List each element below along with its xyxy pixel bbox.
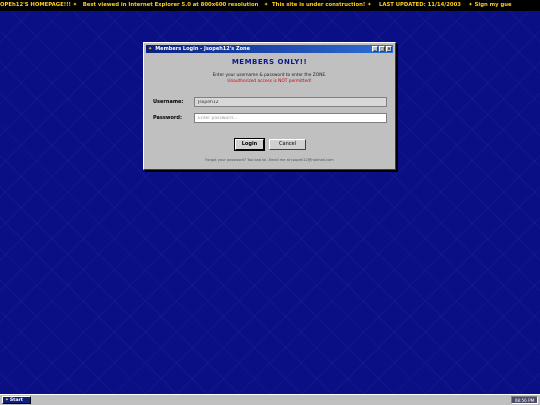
start-button[interactable]: ✦Start	[2, 396, 31, 404]
star-icon: ✦	[148, 46, 153, 52]
minimize-button[interactable]: _	[372, 46, 378, 52]
star-icon: ✦	[5, 398, 9, 403]
dialog-title: Members Login - Jsopeh12's Zone	[155, 46, 250, 52]
dialog-titlebar[interactable]: ✦ Members Login - Jsopeh12's Zone _ □ ×	[146, 45, 393, 53]
marquee-ticker: OPEh12'S HOMEPAGE!!! ✦ Best viewed in In…	[0, 0, 540, 11]
maximize-button[interactable]: □	[379, 46, 385, 52]
login-button[interactable]: Login	[234, 138, 265, 151]
username-field[interactable]	[194, 97, 387, 107]
window-controls: _ □ ×	[372, 46, 392, 52]
dialog-description: Enter your username & password to enter …	[212, 73, 327, 78]
marquee-text: OPEh12'S HOMEPAGE!!! ✦ Best viewed in In…	[0, 2, 512, 8]
password-label: Password:	[153, 115, 182, 121]
taskbar-clock: 08:56 PM	[511, 396, 538, 404]
dialog-heading: MEMBERS ONLY!!	[231, 58, 308, 66]
dialog-warning: Unauthorized access is NOT permitted!	[227, 79, 312, 84]
forgot-password-note: Forgot your password? Too bad lol. Email…	[205, 158, 334, 162]
close-button[interactable]: ×	[386, 46, 392, 52]
members-login-dialog: ✦ Members Login - Jsopeh12's Zone _ □ × …	[143, 42, 396, 170]
start-label: Start	[9, 398, 23, 403]
password-field[interactable]	[194, 113, 387, 123]
cancel-button[interactable]: Cancel	[269, 139, 306, 150]
taskbar: ✦Start 08:56 PM	[0, 394, 540, 405]
username-label: Username:	[153, 99, 184, 105]
